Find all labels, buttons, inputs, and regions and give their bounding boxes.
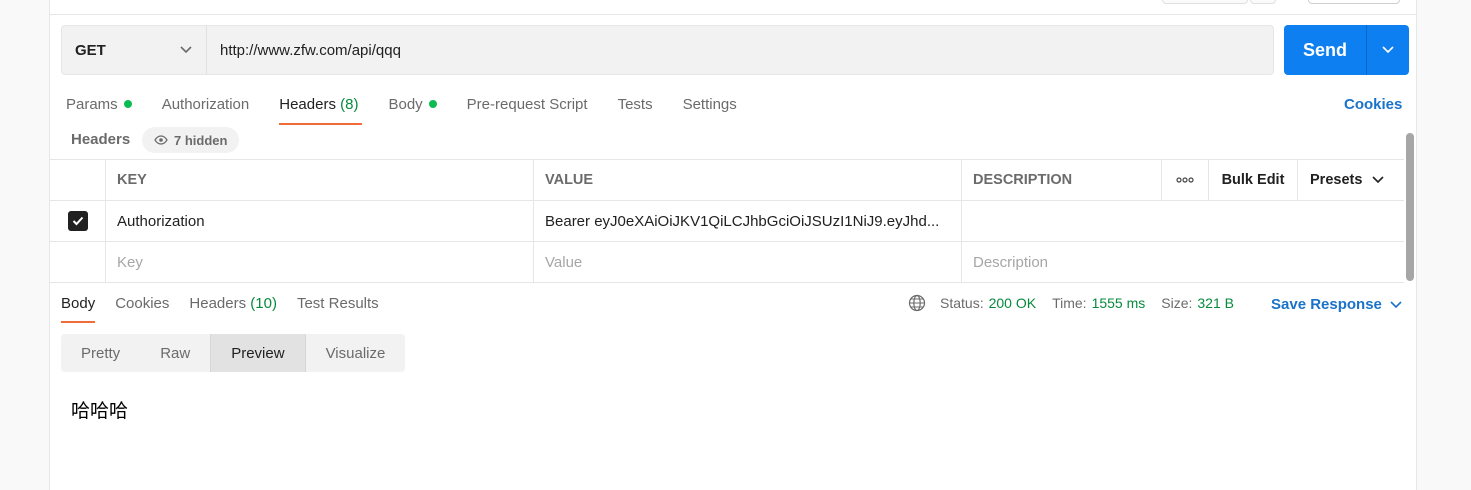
header-value-cell[interactable]: Bearer eyJ0eXAiOiJKV1QiLCJhbGciOiJSUzI1N… xyxy=(534,201,962,241)
tab-label: Authorization xyxy=(161,96,250,113)
url-input[interactable]: http://www.zfw.com/api/qqq xyxy=(207,42,401,59)
tab-label: Pre-request Script xyxy=(466,96,588,113)
checkmark-icon xyxy=(72,216,83,226)
table-header-row: KEY VALUE DESCRIPTION Bulk Edit Presets xyxy=(50,160,1404,201)
hidden-count-label: 7 hidden xyxy=(174,132,228,148)
view-pretty[interactable]: Pretty xyxy=(61,334,140,372)
description-input[interactable]: Description xyxy=(962,242,1404,282)
view-visualize[interactable]: Visualize xyxy=(306,334,406,372)
tab-label: Headers xyxy=(279,96,336,113)
presets-label: Presets xyxy=(1310,172,1363,188)
headers-section-title: Headers xyxy=(71,131,131,148)
tab-settings[interactable]: Settings xyxy=(683,92,737,126)
tab-response-body[interactable]: Body xyxy=(61,291,96,323)
eye-icon xyxy=(154,135,168,145)
chevron-down-icon xyxy=(1390,300,1402,308)
chevron-down-icon xyxy=(1372,176,1384,184)
url-bar: GET http://www.zfw.com/api/qqq xyxy=(61,25,1274,75)
time-value[interactable]: 1555 ms xyxy=(1092,295,1146,311)
tab-label: Settings xyxy=(682,96,737,113)
status-dot xyxy=(123,100,132,108)
tab-response-headers[interactable]: Headers (10) xyxy=(189,291,277,323)
divider xyxy=(50,14,1416,15)
key-column-header: KEY xyxy=(106,160,534,200)
save-response-button[interactable]: Save Response xyxy=(1271,296,1402,313)
tab-count: (8) xyxy=(340,96,359,113)
tab-test-results[interactable]: Test Results xyxy=(297,291,379,323)
headers-table: KEY VALUE DESCRIPTION Bulk Edit Presets … xyxy=(50,159,1404,283)
method-label: GET xyxy=(75,41,106,59)
response-meta: Status: 200 OK Time: 1555 ms Size: 321 B xyxy=(908,294,1250,312)
tab-label: Params xyxy=(66,96,118,113)
tab-params[interactable]: Params xyxy=(66,92,132,126)
time-label: Time: xyxy=(1052,295,1087,311)
tab-tests[interactable]: Tests xyxy=(618,92,653,126)
row-checkbox[interactable] xyxy=(67,211,88,231)
value-column-header: VALUE xyxy=(534,160,962,200)
save-response-label: Save Response xyxy=(1271,296,1382,313)
toolbar-button-stub[interactable] xyxy=(1162,0,1248,4)
view-preview[interactable]: Preview xyxy=(210,334,306,372)
scrollbar[interactable] xyxy=(1406,133,1414,281)
tab-body[interactable]: Body xyxy=(388,92,437,126)
view-mode-selector: Pretty Raw Preview Visualize xyxy=(61,334,406,372)
toolbar-button-stub[interactable] xyxy=(1308,0,1400,4)
presets-dropdown[interactable]: Presets xyxy=(1298,160,1404,200)
globe-icon[interactable] xyxy=(908,294,926,312)
more-options-button[interactable] xyxy=(1162,160,1209,200)
checkbox-column-header xyxy=(50,160,106,200)
status-label: Status: xyxy=(940,295,984,311)
bulk-edit-button[interactable]: Bulk Edit xyxy=(1209,160,1298,200)
send-options-button[interactable] xyxy=(1367,25,1409,75)
row-checkbox-cell xyxy=(50,242,106,282)
key-input[interactable]: Key xyxy=(106,242,534,282)
tab-response-cookies[interactable]: Cookies xyxy=(115,291,169,323)
toolbar-button-stub[interactable] xyxy=(1250,0,1276,4)
size-value[interactable]: 321 B xyxy=(1197,295,1234,311)
tab-label: Body xyxy=(388,96,423,113)
header-key-cell[interactable]: Authorization xyxy=(106,201,534,241)
row-checkbox-cell xyxy=(50,201,106,241)
description-column-header: DESCRIPTION xyxy=(962,160,1162,200)
tab-authorization[interactable]: Authorization xyxy=(162,92,250,126)
chevron-down-icon xyxy=(180,46,192,54)
response-tabs: Body Cookies Headers (10) Test Results xyxy=(61,291,399,325)
cookies-link[interactable]: Cookies xyxy=(1344,96,1402,113)
response-body-preview: 哈哈哈 xyxy=(71,400,129,422)
table-row-empty: Key Value Description xyxy=(50,242,1404,283)
tab-label: Headers xyxy=(189,295,247,312)
value-input[interactable]: Value xyxy=(534,242,962,282)
status-dot xyxy=(428,100,437,108)
send-button[interactable]: Send xyxy=(1284,25,1367,75)
table-row: Authorization Bearer eyJ0eXAiOiJKV1QiLCJ… xyxy=(50,201,1404,242)
chevron-down-icon xyxy=(1382,46,1394,54)
view-raw[interactable]: Raw xyxy=(140,334,210,372)
tab-count: (10) xyxy=(250,295,277,312)
tab-label: Tests xyxy=(617,96,653,113)
hidden-headers-toggle[interactable]: 7 hidden xyxy=(142,127,240,153)
request-tabs: Params Authorization Headers (8) Body Pr… xyxy=(66,92,767,126)
tab-headers[interactable]: Headers (8) xyxy=(279,92,363,126)
send-button-group: Send xyxy=(1284,25,1409,75)
more-horizontal-icon xyxy=(1176,177,1194,183)
status-value[interactable]: 200 OK xyxy=(989,295,1036,311)
size-label: Size: xyxy=(1161,295,1193,311)
method-select[interactable]: GET xyxy=(62,26,207,74)
header-description-cell[interactable] xyxy=(962,201,1404,241)
tab-pre-request-script[interactable]: Pre-request Script xyxy=(467,92,588,126)
request-panel: GET http://www.zfw.com/api/qqq Send Para… xyxy=(49,0,1417,490)
